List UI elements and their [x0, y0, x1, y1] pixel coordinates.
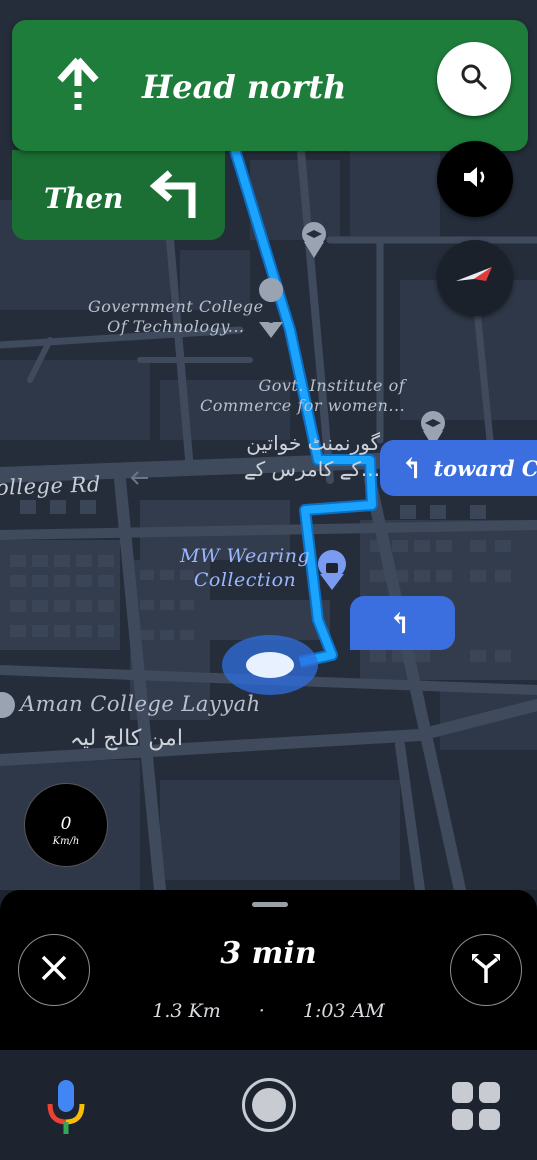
instruction-text: Head north — [142, 68, 347, 106]
poi-pin-aman[interactable] — [0, 692, 15, 718]
search-button[interactable] — [437, 42, 511, 116]
alternate-routes-icon — [469, 951, 503, 989]
sound-button[interactable] — [437, 141, 513, 217]
straight-arrow-icon — [56, 56, 100, 120]
route-callout-turn[interactable]: ↰ — [350, 596, 455, 650]
trip-eta: 1:03 AM — [302, 1000, 385, 1022]
turn-left-icon: ↰ — [400, 451, 424, 485]
alternate-routes-button[interactable] — [450, 934, 522, 1006]
current-location-puck — [222, 635, 318, 695]
trip-summary-sheet[interactable]: 3 min 1.3 Km · 1:03 AM — [0, 890, 537, 1050]
trip-distance: 1.3 Km — [152, 1000, 221, 1022]
callout-toward-label: toward C — [433, 455, 537, 481]
poi-pin-shopping[interactable] — [318, 550, 346, 590]
trip-separator: · — [258, 1000, 265, 1022]
search-icon — [460, 63, 488, 95]
route-callout-toward[interactable]: ↰ toward C — [380, 440, 537, 496]
compass-button[interactable] — [437, 240, 513, 316]
poi-pin-graduation-1[interactable] — [302, 222, 326, 258]
assistant-bar — [0, 1050, 537, 1160]
volume-icon — [460, 162, 490, 196]
poi-label-govt-college-tech[interactable]: Government College Of Technology... — [88, 297, 264, 337]
speed-value: 0 — [60, 814, 72, 834]
then-label: Then — [44, 182, 124, 215]
compass-icon — [452, 261, 498, 295]
apps-icon[interactable] — [450, 1080, 502, 1136]
poi-label-mw-wearing[interactable]: MW Wearing Collection — [180, 545, 310, 593]
next-maneuver-banner[interactable]: Then — [12, 150, 225, 240]
trip-details: 1.3 Km · 1:03 AM — [0, 1000, 537, 1022]
drag-handle[interactable] — [252, 902, 288, 907]
turn-left-icon — [149, 170, 206, 224]
poi-label-govt-institute-urdu[interactable]: گورنمنٹ خواتین کے کامرس کے... — [220, 430, 380, 482]
speed-unit: Km/h — [52, 836, 80, 847]
microphone-icon[interactable] — [44, 1078, 88, 1140]
road-label-college-rd: ollege Rd — [0, 472, 102, 500]
home-icon[interactable] — [242, 1078, 296, 1132]
turn-left-icon: ↰ — [388, 606, 412, 640]
poi-label-aman-college-urdu[interactable]: امن کالج لیہ — [70, 726, 183, 751]
poi-label-govt-institute[interactable]: Govt. Institute of Commerce for women... — [200, 376, 405, 416]
speedometer: 0 Km/h — [24, 783, 108, 867]
poi-label-aman-college[interactable]: Aman College Layyah — [20, 691, 261, 717]
